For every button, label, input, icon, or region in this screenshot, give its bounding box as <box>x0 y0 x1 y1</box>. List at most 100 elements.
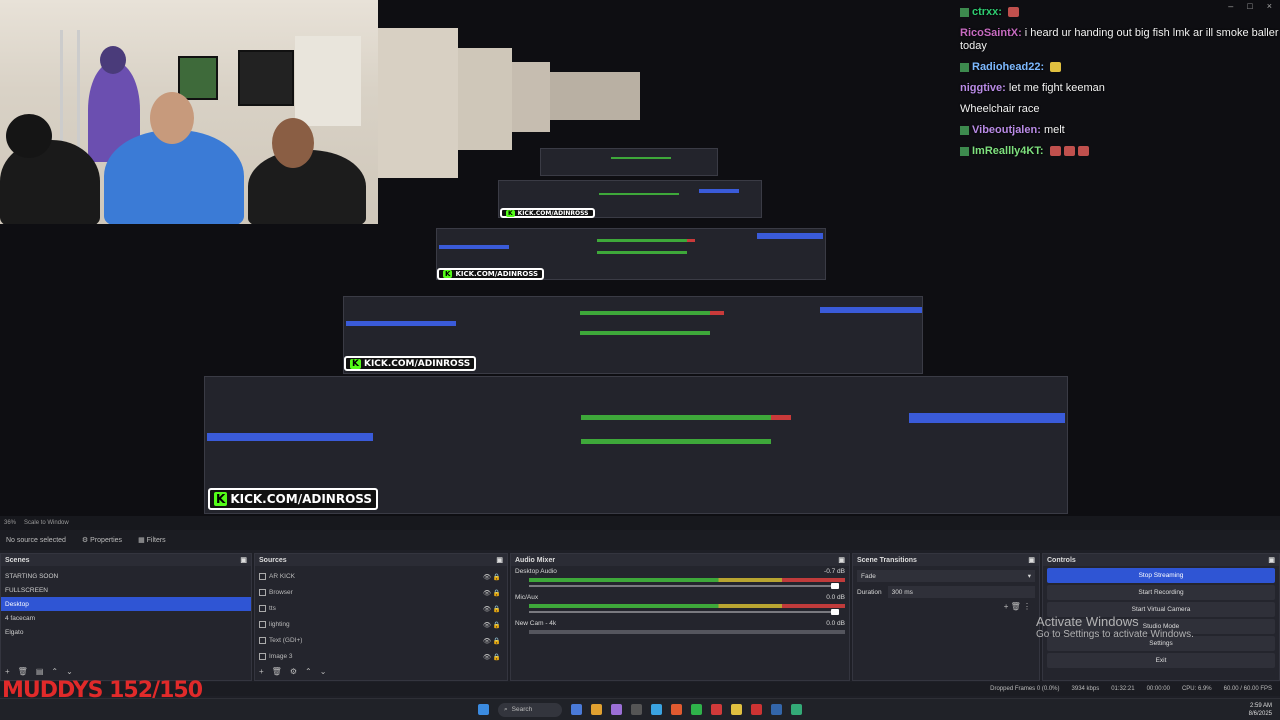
channel-db: 0.0 dB <box>826 620 845 627</box>
search-icon: ⌕ <box>504 705 508 713</box>
stream-preview: – □ × K KICK.COM/ADINROSS K KICK.COM/ADI… <box>0 0 1280 516</box>
kick-watermark: K KICK.COM/ADINROSS <box>208 488 379 510</box>
scene-item[interactable]: STARTING SOON <box>1 569 251 583</box>
dock-undock-icon[interactable]: ▣ <box>838 556 845 564</box>
chrome-icon[interactable] <box>591 704 602 715</box>
dock-undock-icon[interactable]: ▣ <box>1028 556 1035 564</box>
trash-icon[interactable]: 🗑 <box>272 667 282 676</box>
person-head <box>150 92 194 144</box>
source-item[interactable]: AR KICK 👁 🔒 <box>255 569 507 585</box>
source-item[interactable]: Image 3 👁 🔒 <box>255 649 507 665</box>
fps: 60.00 / 60.00 FPS <box>1223 686 1272 692</box>
chat-message: RicoSaintX: i heard ur handing out big f… <box>960 27 1279 52</box>
source-item[interactable]: tts 👁 🔒 <box>255 601 507 617</box>
channel-db: -0.7 dB <box>824 568 845 575</box>
person-head <box>6 114 52 158</box>
filters-button[interactable]: ▦ Filters <box>138 536 166 544</box>
eye-icon[interactable]: 👁 🔒 <box>483 621 501 629</box>
nested-obs-frame <box>540 148 718 176</box>
wall-painting <box>238 50 294 106</box>
kick-watermark: K KICK.COM/ADINROSS <box>500 208 595 218</box>
bitrate: 3934 kbps <box>1071 686 1100 692</box>
taskbar-clock[interactable]: 2:59 AM 8/6/2025 <box>1249 702 1272 718</box>
person-head <box>100 46 126 74</box>
eye-icon[interactable]: 👁 🔒 <box>483 589 501 597</box>
kick-watermark: K KICK.COM/ADINROSS <box>344 356 477 371</box>
dock-undock-icon[interactable]: ▣ <box>240 556 247 564</box>
obs-icon[interactable] <box>631 704 642 715</box>
webcam-feed <box>0 0 378 224</box>
scene-item[interactable]: Elgato <box>1 625 251 639</box>
eye-icon[interactable]: 👁 🔒 <box>483 573 501 581</box>
down-icon[interactable]: ⌄ <box>66 667 73 676</box>
eye-icon[interactable]: 👁 🔒 <box>483 605 501 613</box>
add-icon[interactable]: + <box>5 667 10 676</box>
activate-windows-watermark: Activate Windows Go to Settings to activ… <box>1036 614 1194 640</box>
app-icon[interactable] <box>771 704 782 715</box>
exit-button[interactable]: Exit <box>1047 653 1275 668</box>
chat-message: Radiohead22: <box>960 61 1280 74</box>
cpu-usage: CPU: 6.9% <box>1181 686 1212 692</box>
start-recording-button[interactable]: Start Recording <box>1047 585 1275 600</box>
dock-undock-icon[interactable]: ▣ <box>496 556 503 564</box>
transitions-dock: Scene Transitions ▣ Fade ▾ Duration 300 ms… <box>852 553 1040 681</box>
app-icon[interactable] <box>751 704 762 715</box>
scene-item-selected[interactable]: Desktop <box>1 597 251 611</box>
volume-meter <box>529 578 845 582</box>
chat-message: niggtive: let me fight keeman <box>960 82 1105 94</box>
chevron-down-icon: ▾ <box>1027 573 1031 580</box>
gear-icon[interactable]: ⚙ <box>290 667 297 676</box>
folder-icon[interactable] <box>731 704 742 715</box>
app-icon[interactable] <box>711 704 722 715</box>
app-icon[interactable] <box>651 704 662 715</box>
source-item[interactable]: Text (GDI+) 👁 🔒 <box>255 633 507 649</box>
volume-slider[interactable] <box>529 583 839 589</box>
record-time: 00:00:00 <box>1146 686 1170 692</box>
scene-item[interactable]: FULLSCREEN <box>1 583 251 597</box>
volume-slider[interactable] <box>529 609 839 615</box>
eye-icon[interactable]: 👁 🔒 <box>483 653 501 661</box>
add-icon[interactable]: + <box>259 667 264 676</box>
no-source-label: No source selected <box>6 536 66 544</box>
more-icon[interactable]: ⋮ <box>1023 602 1031 611</box>
transition-select[interactable]: Fade ▾ <box>857 570 1035 582</box>
up-icon[interactable]: ⌃ <box>305 667 312 676</box>
trash-icon[interactable]: 🗑 <box>1011 602 1021 611</box>
taskbar-search[interactable]: ⌕ Search <box>498 702 562 717</box>
controls-title: Controls <box>1047 556 1076 564</box>
up-icon[interactable]: ⌃ <box>51 667 58 676</box>
dock-undock-icon[interactable]: ▣ <box>1268 556 1275 564</box>
filter-icon[interactable]: ▤ <box>36 667 44 676</box>
wall-doorway <box>295 36 361 126</box>
app-icon[interactable] <box>571 704 582 715</box>
sources-dock: Sources ▣ AR KICK 👁 🔒 Browser 👁 🔒 tts 👁 🔒 li… <box>254 553 508 681</box>
sources-title: Sources <box>259 556 287 564</box>
recursive-webcam <box>378 28 458 178</box>
duration-input[interactable]: 300 ms <box>887 586 1035 598</box>
mixer-channel: Mic/Aux 0.0 dB <box>511 592 849 618</box>
eye-icon[interactable]: 👁 🔒 <box>483 637 501 645</box>
app-icon[interactable] <box>791 704 802 715</box>
source-item[interactable]: lighting 👁 🔒 <box>255 617 507 633</box>
channel-db: 0.0 dB <box>826 594 845 601</box>
source-item[interactable]: Browser 👁 🔒 <box>255 585 507 601</box>
chat-message: Wheelchair race <box>960 103 1040 115</box>
properties-button[interactable]: ⚙ Properties <box>82 536 122 544</box>
volume-meter <box>529 630 845 634</box>
scale-dropdown[interactable]: Scale to Window <box>24 520 69 526</box>
preview-toolbar: 36% Scale to Window <box>0 516 1280 530</box>
app-icon[interactable] <box>691 704 702 715</box>
scene-item[interactable]: 4 facecam <box>1 611 251 625</box>
chat-message: Vibeoutjalen: melt <box>960 124 1280 137</box>
trash-icon[interactable]: 🗑 <box>18 667 28 676</box>
mixer-title: Audio Mixer <box>515 556 556 564</box>
channel-name: Desktop Audio <box>515 568 557 575</box>
app-icon[interactable] <box>611 704 622 715</box>
start-icon[interactable] <box>478 704 489 715</box>
stop-streaming-button[interactable]: Stop Streaming <box>1047 568 1275 583</box>
app-icon[interactable] <box>671 704 682 715</box>
add-icon[interactable]: + <box>1004 602 1009 611</box>
transitions-title: Scene Transitions <box>857 556 917 564</box>
down-icon[interactable]: ⌄ <box>320 667 327 676</box>
chat-message: ctrxx: <box>960 6 1280 19</box>
